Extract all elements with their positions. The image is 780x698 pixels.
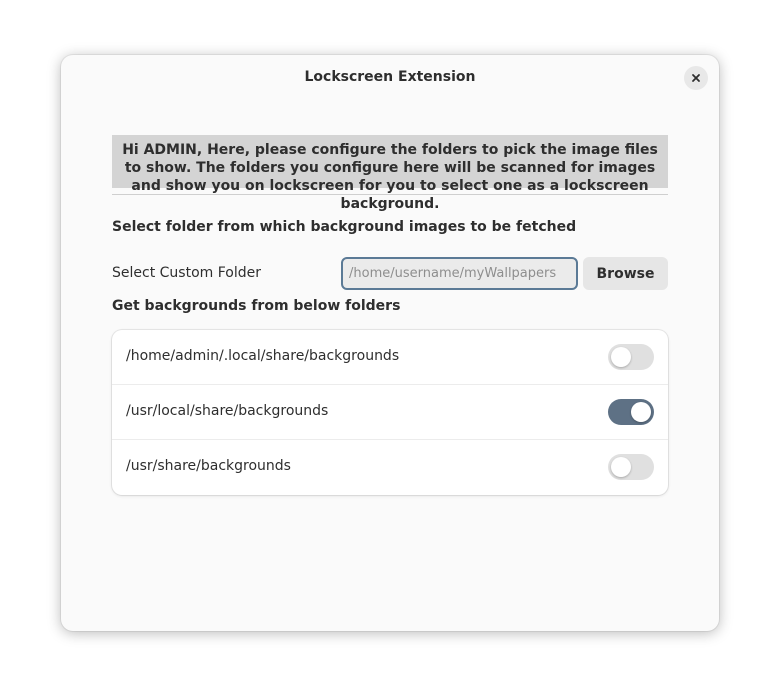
folder-path-label: /home/admin/.local/share/backgrounds bbox=[126, 348, 400, 364]
titlebar: Lockscreen Extension bbox=[61, 55, 719, 101]
close-button[interactable] bbox=[684, 66, 708, 90]
content-area: Hi ADMIN, Here, please configure the fol… bbox=[112, 135, 668, 495]
backgrounds-folders-heading: Get backgrounds from below folders bbox=[112, 298, 401, 314]
select-folder-heading: Select folder from which background imag… bbox=[112, 219, 577, 235]
browse-button[interactable]: Browse bbox=[583, 257, 668, 290]
list-item: /usr/local/share/backgrounds bbox=[112, 385, 668, 440]
folder-toggle-switch[interactable] bbox=[608, 454, 654, 480]
dialog-window: Lockscreen Extension Hi ADMIN, Here, ple… bbox=[61, 55, 719, 631]
folder-toggle-switch[interactable] bbox=[608, 344, 654, 370]
switch-knob bbox=[611, 347, 631, 367]
list-item: /usr/share/backgrounds bbox=[112, 440, 668, 495]
switch-knob bbox=[631, 402, 651, 422]
folder-toggle-switch[interactable] bbox=[608, 399, 654, 425]
folder-path-input[interactable] bbox=[341, 257, 578, 290]
folder-path-label: /usr/local/share/backgrounds bbox=[126, 403, 329, 419]
folder-list: /home/admin/.local/share/backgrounds /us… bbox=[112, 330, 668, 495]
custom-folder-row: Select Custom Folder Browse bbox=[112, 257, 668, 290]
folder-path-label: /usr/share/backgrounds bbox=[126, 458, 291, 474]
list-item: /home/admin/.local/share/backgrounds bbox=[112, 330, 668, 385]
close-icon bbox=[692, 74, 700, 82]
custom-folder-label: Select Custom Folder bbox=[112, 265, 261, 281]
switch-knob bbox=[611, 457, 631, 477]
info-banner: Hi ADMIN, Here, please configure the fol… bbox=[112, 135, 668, 212]
window-title: Lockscreen Extension bbox=[304, 69, 476, 85]
